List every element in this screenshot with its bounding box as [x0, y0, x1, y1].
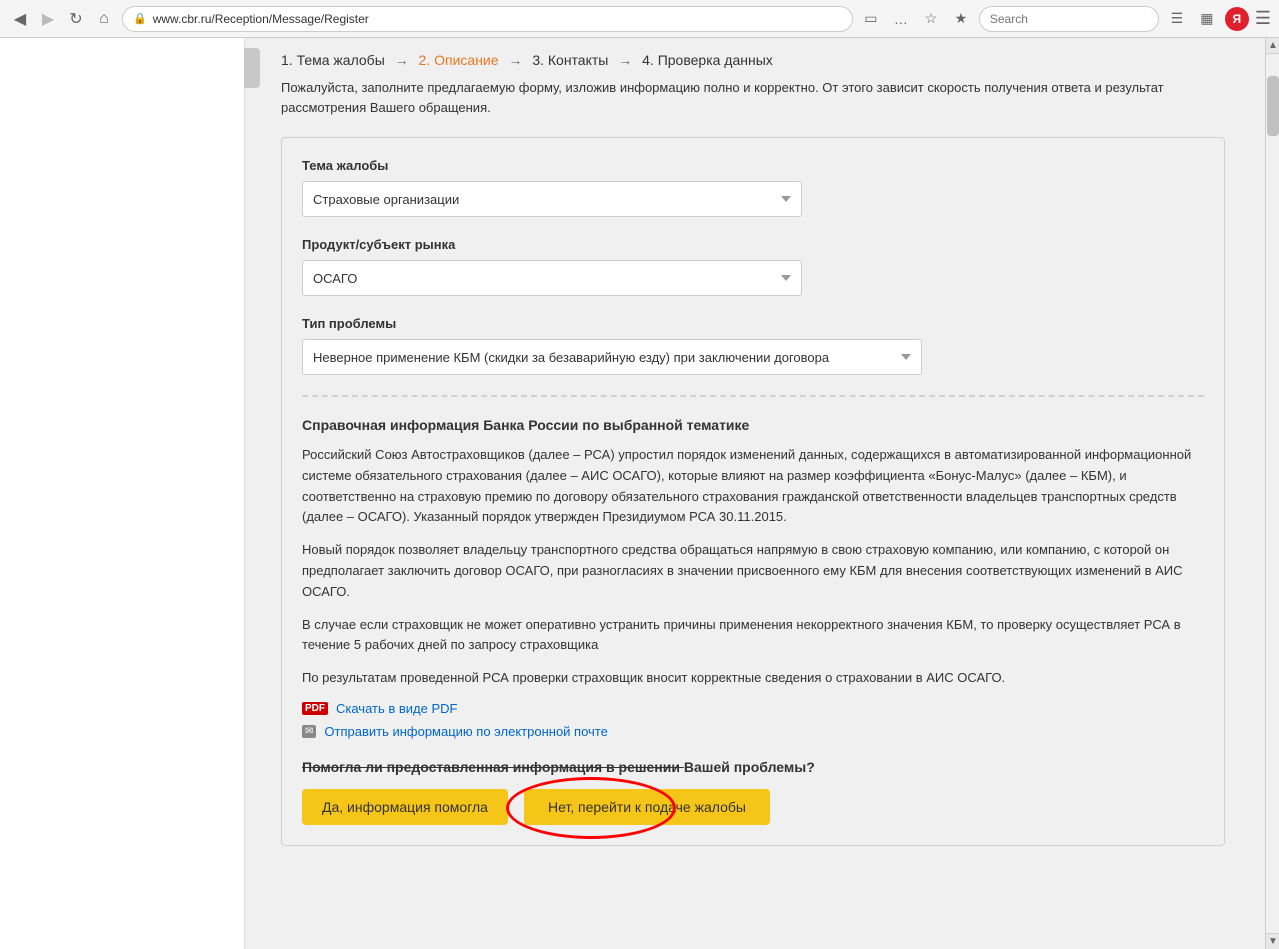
star-button[interactable]: ★: [949, 7, 973, 31]
step2-label: 2. Описание: [419, 52, 499, 68]
forward-button[interactable]: ▶: [36, 7, 60, 31]
pdf-link-text: Скачать в виде PDF: [336, 701, 457, 716]
browser-chrome: ◀ ▶ ↻ ⌂ 🔒 www.cbr.ru/Reception/Message/R…: [0, 0, 1279, 38]
pdf-badge: PDF: [302, 702, 328, 715]
sidebar-area: [0, 38, 245, 949]
help-section: Помогла ли предоставленная информация в …: [302, 759, 1204, 825]
step3-label: 3. Контакты: [532, 52, 608, 68]
topic-select[interactable]: Страховые организации: [302, 181, 802, 217]
nav-buttons: ◀ ▶ ↻ ⌂: [8, 7, 116, 31]
scroll-down-button[interactable]: ▼: [1266, 933, 1279, 949]
address-bar[interactable]: 🔒 www.cbr.ru/Reception/Message/Register: [122, 6, 853, 32]
breadcrumb: 1. Тема жалобы → 2. Описание → 3. Контак…: [281, 38, 1225, 78]
description-text: Пожалуйста, заполните предлагаемую форму…: [281, 78, 1225, 117]
library-icon[interactable]: ☰: [1165, 7, 1189, 31]
browser-right-controls: ▭ … ☆ ★ ☰ ▦ Я ☰: [859, 6, 1271, 32]
help-question: Помогла ли предоставленная информация в …: [302, 759, 1204, 775]
sidebar-toggle[interactable]: ▦: [1195, 7, 1219, 31]
email-link-text: Отправить информацию по электронной почт…: [324, 724, 607, 739]
scrollbar-thumb[interactable]: [1267, 76, 1279, 136]
topic-label: Тема жалобы: [302, 158, 1204, 173]
page-layout: ▲ ▼ 1. Тема жалобы → 2. Описание → 3. Ко…: [0, 38, 1279, 949]
reference-title: Справочная информация Банка России по вы…: [302, 417, 1204, 433]
help-question-strikethrough: Помогла ли предоставленная информация в …: [302, 759, 684, 775]
browser-menu-button[interactable]: ☰: [1255, 8, 1271, 29]
reference-paragraph2: Новый порядок позволяет владельцу трансп…: [302, 540, 1204, 602]
form-container: Тема жалобы Страховые организации Продук…: [281, 137, 1225, 846]
arrow2: →: [508, 52, 522, 68]
scroll-up-button[interactable]: ▲: [1266, 38, 1279, 54]
product-label: Продукт/субъект рынка: [302, 237, 1204, 252]
home-button[interactable]: ⌂: [92, 7, 116, 31]
arrow1: →: [395, 52, 409, 68]
help-question-rest: Вашей проблемы?: [684, 759, 815, 775]
search-input[interactable]: [979, 6, 1159, 32]
main-content-area: ▲ ▼ 1. Тема жалобы → 2. Описание → 3. Ко…: [245, 38, 1279, 949]
sidebar-handle[interactable]: [244, 48, 260, 88]
arrow3: →: [618, 52, 632, 68]
product-group: Продукт/субъект рынка ОСАГО: [302, 237, 1204, 296]
no-button[interactable]: Нет, перейти к подаче жалобы: [524, 789, 770, 825]
yes-button[interactable]: Да, информация помогла: [302, 789, 508, 825]
pdf-download-link[interactable]: PDF Скачать в виде PDF: [302, 701, 1204, 716]
reference-paragraph3: В случае если страховщик не может операт…: [302, 615, 1204, 657]
scrollbar[interactable]: ▲ ▼: [1265, 38, 1279, 949]
email-send-link[interactable]: ✉ Отправить информацию по электронной по…: [302, 724, 1204, 739]
problem-group: Тип проблемы Неверное применение КБМ (ск…: [302, 316, 1204, 375]
back-button[interactable]: ◀: [8, 7, 32, 31]
reference-paragraph4: По результатам проведенной РСА проверки …: [302, 668, 1204, 689]
no-button-wrapper: Нет, перейти к подаче жалобы: [524, 789, 770, 825]
reader-view-button[interactable]: ▭: [859, 7, 883, 31]
url-text: www.cbr.ru/Reception/Message/Register: [153, 12, 369, 26]
step4-label: 4. Проверка данных: [642, 52, 773, 68]
content-area: 1. Тема жалобы → 2. Описание → 3. Контак…: [261, 38, 1245, 866]
security-icon: 🔒: [133, 12, 147, 25]
problem-select[interactable]: Неверное применение КБМ (скидки за безав…: [302, 339, 922, 375]
yandex-account-icon[interactable]: Я: [1225, 7, 1249, 31]
help-buttons-row: Да, информация помогла Нет, перейти к по…: [302, 789, 1204, 825]
reference-section: Справочная информация Банка России по вы…: [302, 417, 1204, 825]
email-icon: ✉: [302, 725, 316, 738]
bookmark-button[interactable]: ☆: [919, 7, 943, 31]
reference-paragraph1: Российский Союз Автостраховщиков (далее …: [302, 445, 1204, 528]
section-divider: [302, 395, 1204, 397]
product-select[interactable]: ОСАГО: [302, 260, 802, 296]
refresh-button[interactable]: ↻: [64, 7, 88, 31]
topic-group: Тема жалобы Страховые организации: [302, 158, 1204, 217]
step1-label: 1. Тема жалобы: [281, 52, 385, 68]
problem-label: Тип проблемы: [302, 316, 1204, 331]
more-button[interactable]: …: [889, 7, 913, 31]
